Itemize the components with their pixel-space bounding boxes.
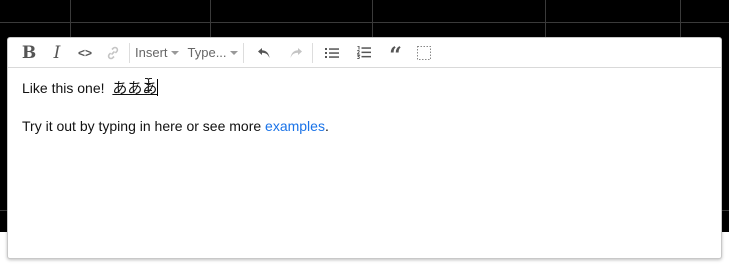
blockquote-button[interactable]: “ bbox=[385, 42, 407, 69]
grid-line bbox=[0, 22, 729, 23]
code-icon: <> bbox=[77, 45, 92, 60]
text-cursor-icon bbox=[145, 78, 152, 91]
type-label: Type... bbox=[187, 45, 227, 60]
toolbar-separator bbox=[242, 42, 244, 63]
editor-toolbar: B I <> Insert Type... “ bbox=[8, 38, 721, 68]
paragraph: Like this one! あああ bbox=[22, 78, 707, 99]
insert-dropdown[interactable]: Insert bbox=[135, 42, 179, 64]
examples-link[interactable]: examples bbox=[265, 118, 325, 134]
toolbar-separator bbox=[311, 42, 313, 63]
undo-icon bbox=[257, 47, 270, 58]
toolbar-separator bbox=[129, 42, 130, 63]
ordered-list-icon bbox=[356, 46, 371, 59]
chevron-down-icon bbox=[229, 51, 238, 55]
grid-line bbox=[70, 0, 71, 40]
paragraph-text: . bbox=[324, 118, 329, 134]
ordered-list-button[interactable] bbox=[353, 42, 375, 64]
page: B I <> Insert Type... “ Like this one! あ… bbox=[0, 0, 729, 276]
blockquote-icon: “ bbox=[389, 43, 402, 69]
bold-button[interactable]: B bbox=[18, 42, 40, 64]
rich-text-editor: B I <> Insert Type... “ Like this one! あ… bbox=[7, 37, 722, 259]
chevron-down-icon bbox=[170, 51, 179, 55]
link-icon bbox=[107, 46, 119, 59]
grid-line bbox=[680, 0, 681, 40]
editor-content[interactable]: Like this one! あああ Try it out by typing … bbox=[22, 78, 707, 136]
text-caret bbox=[157, 79, 159, 96]
undo-button[interactable] bbox=[253, 42, 275, 64]
select-parent-button[interactable] bbox=[413, 42, 435, 64]
redo-button[interactable] bbox=[285, 42, 307, 64]
bold-icon: B bbox=[21, 42, 37, 63]
paragraph-text: Try it out by typing in here or see more bbox=[22, 118, 266, 134]
link-button[interactable] bbox=[102, 42, 124, 64]
code-button[interactable]: <> bbox=[74, 42, 96, 64]
italic-button[interactable]: I bbox=[46, 42, 68, 64]
italic-icon: I bbox=[53, 42, 61, 63]
select-parent-icon bbox=[416, 45, 431, 60]
redo-icon bbox=[290, 47, 302, 58]
paragraph: Try it out by typing in here or see more… bbox=[22, 116, 707, 136]
grid-line bbox=[545, 0, 546, 40]
insert-label: Insert bbox=[135, 45, 168, 60]
paragraph-text: Like this one! bbox=[22, 80, 105, 96]
grid-line bbox=[372, 0, 373, 40]
grid-line bbox=[210, 0, 211, 40]
type-dropdown[interactable]: Type... bbox=[188, 42, 238, 64]
bullet-list-button[interactable] bbox=[321, 42, 343, 64]
bullet-list-icon bbox=[324, 47, 339, 58]
